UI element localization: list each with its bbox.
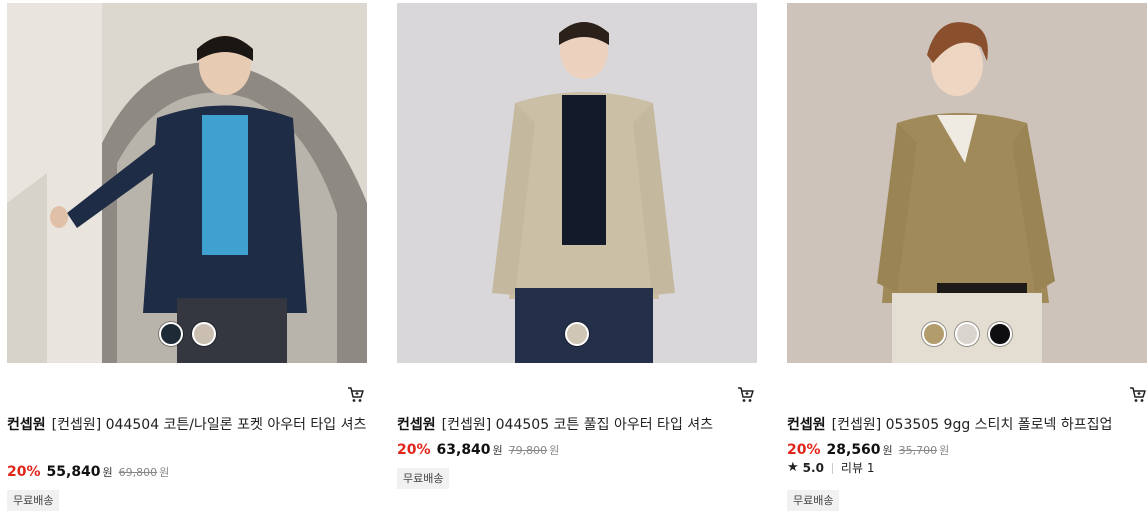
brand-name[interactable]: 컨셉원 [787, 417, 826, 433]
sale-price: 28,560 [826, 442, 881, 458]
free-shipping-badge: 무료배송 [787, 490, 840, 511]
free-shipping-badge: 무료배송 [397, 468, 450, 489]
swatch-beige[interactable] [565, 322, 589, 346]
rating-score: 5.0 [802, 461, 824, 475]
product-photo [397, 3, 757, 363]
divider [831, 462, 833, 474]
original-currency: 원 [159, 466, 170, 479]
product-photo [787, 3, 1147, 363]
price-row: 20% 63,840 원 79,800 원 [397, 441, 559, 460]
cart-icon[interactable] [1129, 386, 1147, 404]
discount-rate: 20% [7, 464, 41, 480]
star-icon: ★ [787, 460, 799, 475]
discount-rate: 20% [787, 442, 821, 458]
product-title[interactable]: 컨셉원 [컨셉원] 044504 코튼/나일론 포켓 아우터 타입 셔츠 [7, 414, 369, 436]
original-currency: 원 [939, 444, 950, 457]
review-count[interactable]: 리뷰 1 [841, 460, 875, 476]
currency: 원 [492, 444, 503, 457]
product-title[interactable]: 컨셉원 [컨셉원] 053505 9gg 스티치 폴로넥 하프집업 [787, 414, 1148, 436]
swatch-khaki[interactable] [922, 322, 946, 346]
brand-name[interactable]: 컨셉원 [7, 417, 46, 433]
product-name[interactable]: [컨셉원] 053505 9gg 스티치 폴로넥 하프집업 [832, 417, 1113, 433]
swatch-navy[interactable] [158, 322, 183, 346]
cart-icon[interactable] [737, 386, 755, 404]
original-currency: 원 [549, 444, 560, 457]
swatch-black[interactable] [988, 322, 1012, 346]
price-row: 20% 55,840 원 69,800 원 [7, 463, 169, 482]
color-swatches [7, 322, 367, 346]
product-name[interactable]: [컨셉원] 044504 코튼/나일론 포켓 아우터 타입 셔츠 [52, 417, 367, 433]
swatch-beige[interactable] [191, 322, 216, 346]
sale-price: 55,840 [46, 464, 101, 480]
product-name[interactable]: [컨셉원] 044505 코튼 풀집 아우터 타입 셔츠 [442, 417, 713, 433]
discount-rate: 20% [397, 442, 431, 458]
sale-price: 63,840 [436, 442, 491, 458]
color-swatches [787, 322, 1147, 346]
product-photo [7, 3, 367, 363]
cart-icon[interactable] [347, 386, 365, 404]
price-row: 20% 28,560 원 35,700 원 [787, 441, 949, 460]
free-shipping-badge: 무료배송 [7, 490, 60, 511]
rating-row[interactable]: ★ 5.0 리뷰 1 [787, 460, 874, 476]
color-swatches [397, 322, 757, 346]
product-image[interactable] [397, 3, 757, 363]
currency: 원 [882, 444, 893, 457]
product-title[interactable]: 컨셉원 [컨셉원] 044505 코튼 풀집 아우터 타입 셔츠 [397, 414, 759, 436]
original-price: 69,800 [118, 466, 158, 479]
swatch-light-gray[interactable] [955, 322, 979, 346]
product-image[interactable] [7, 3, 367, 363]
currency: 원 [102, 466, 113, 479]
brand-name[interactable]: 컨셉원 [397, 417, 436, 433]
original-price: 35,700 [898, 444, 938, 457]
original-price: 79,800 [508, 444, 548, 457]
product-image[interactable] [787, 3, 1147, 363]
